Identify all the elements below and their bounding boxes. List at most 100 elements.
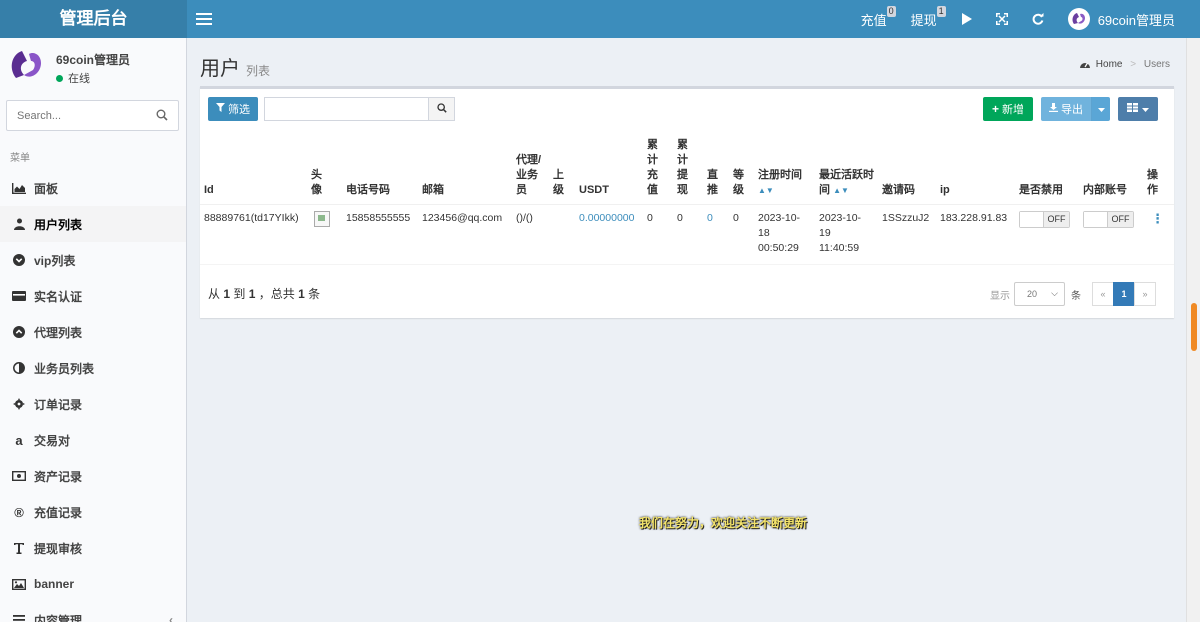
cell-reg-time: 2023-10-18 00:50:29 bbox=[754, 204, 815, 265]
page-title: 用户 列表 bbox=[200, 52, 270, 81]
search-icon[interactable] bbox=[156, 109, 168, 124]
chevron-up-circle-icon bbox=[12, 325, 26, 339]
quick-search-button[interactable] bbox=[428, 97, 455, 121]
user-panel: 69coin管理员 在线 bbox=[8, 48, 178, 88]
sidebar-item-recharges[interactable]: ® 充值记录 bbox=[0, 494, 186, 530]
user-online-status: 在线 bbox=[56, 70, 90, 86]
user-logo-icon bbox=[8, 48, 44, 84]
sort-icon[interactable]: ▲▼ bbox=[758, 186, 774, 195]
chevron-down-icon: ⌵ bbox=[1051, 288, 1058, 298]
sidebar-item-salesmen[interactable]: 业务员列表 bbox=[0, 350, 186, 386]
column-header-actions: 操作 bbox=[1143, 132, 1174, 205]
quick-search-input[interactable] bbox=[264, 97, 429, 121]
column-header-total-recharge: 累计充值 bbox=[643, 132, 673, 205]
users-table: Id 头像 电话号码 邮箱 代理/业务员 上级 USDT 累计充值 累计提现 直… bbox=[200, 132, 1174, 265]
cell-total-recharge: 0 bbox=[643, 204, 673, 265]
cell-direct-link[interactable]: 0 bbox=[703, 204, 729, 265]
cell-usdt-link[interactable]: 0.00000000 bbox=[575, 204, 643, 265]
scrollbar-thumb[interactable] bbox=[1191, 303, 1197, 351]
withdraw-label: 提现 bbox=[910, 12, 937, 28]
sidebar-item-agents[interactable]: 代理列表 bbox=[0, 314, 186, 350]
withdraw-badge: 1 bbox=[936, 6, 946, 17]
sidebar-item-realname[interactable]: 实名认证 bbox=[0, 278, 186, 314]
cell-disabled: OFF bbox=[1015, 204, 1079, 265]
column-header-usdt: USDT bbox=[575, 132, 643, 205]
sidebar-item-assets[interactable]: 资产记录 bbox=[0, 458, 186, 494]
text-height-icon bbox=[12, 541, 26, 555]
export-button-label: 导出 bbox=[1061, 104, 1083, 116]
menu-toggle-icon[interactable] bbox=[196, 10, 212, 28]
plus-icon: + bbox=[991, 102, 999, 116]
filter-button-label: 筛选 bbox=[228, 104, 250, 116]
column-header-direct: 直推 bbox=[703, 132, 729, 205]
caret-down-icon bbox=[1142, 103, 1149, 115]
sidebar-item-label: 资产记录 bbox=[34, 469, 83, 484]
internal-account-toggle[interactable]: OFF bbox=[1083, 211, 1134, 228]
cell-parent bbox=[549, 204, 575, 265]
sidebar-item-label: 充值记录 bbox=[34, 505, 83, 520]
sidebar-item-label: 面板 bbox=[34, 181, 59, 196]
column-header-reg-time[interactable]: 注册时间 ▲▼ bbox=[754, 132, 815, 205]
chevron-left-icon: ‹ bbox=[169, 613, 173, 622]
page-subtitle: 列表 bbox=[246, 64, 271, 78]
sidebar-item-label: 交易对 bbox=[34, 433, 71, 448]
registered-icon: ® bbox=[14, 504, 24, 520]
sidebar-item-users[interactable]: 用户列表 bbox=[0, 206, 186, 242]
cell-id: 88889761(td17YIkk) bbox=[200, 204, 307, 265]
breadcrumb-home[interactable]: Home bbox=[1096, 59, 1123, 70]
table-row: 88889761(td17YIkk) 15858555555 123456@qq… bbox=[200, 204, 1174, 265]
page-title-text: 用户 bbox=[200, 58, 240, 80]
column-header-active-time[interactable]: 最近活跃时间 ▲▼ bbox=[815, 132, 878, 205]
broken-image-icon bbox=[314, 211, 330, 227]
fullscreen-icon[interactable] bbox=[984, 0, 1020, 38]
sidebar-item-banner[interactable]: banner bbox=[0, 566, 186, 602]
user-menu[interactable]: 69coin管理员 bbox=[1056, 0, 1200, 38]
disabled-toggle[interactable]: OFF bbox=[1019, 211, 1070, 228]
sidebar-search-input[interactable] bbox=[7, 101, 147, 130]
sidebar-item-vip[interactable]: vip列表 bbox=[0, 242, 186, 278]
export-dropdown-button[interactable] bbox=[1091, 97, 1110, 121]
sidebar-item-label: 提现审核 bbox=[34, 541, 83, 556]
next-page-button[interactable]: » bbox=[1134, 282, 1156, 306]
cell-avatar bbox=[307, 204, 342, 265]
search-icon bbox=[436, 102, 447, 116]
filter-button[interactable]: 筛选 bbox=[208, 97, 258, 121]
sidebar-item-label: 业务员列表 bbox=[34, 361, 95, 376]
page-button-1[interactable]: 1 bbox=[1113, 282, 1135, 306]
gear-icon bbox=[12, 397, 26, 411]
sidebar-item-label: 内容管理 bbox=[34, 613, 83, 622]
brand-logo-text[interactable]: 管理后台 bbox=[0, 0, 187, 38]
page-size-label: 显示 bbox=[990, 290, 1010, 302]
new-button[interactable]: + 新增 bbox=[983, 97, 1033, 121]
sidebar-item-label: 用户列表 bbox=[34, 217, 83, 232]
row-actions-kebab-icon[interactable]: ⋮ bbox=[1147, 211, 1164, 226]
breadcrumb: Home > Users bbox=[1080, 59, 1170, 70]
withdraw-nav-link[interactable]: 提现 1 bbox=[899, 0, 949, 38]
sidebar-item-orders[interactable]: 订单记录 bbox=[0, 386, 186, 422]
sidebar-item-dashboard[interactable]: 面板 bbox=[0, 170, 186, 206]
recharge-label: 充值 bbox=[860, 12, 887, 28]
half-circle-icon bbox=[12, 361, 26, 375]
sidebar-user-name: 69coin管理员 bbox=[56, 53, 131, 67]
breadcrumb-separator: > bbox=[1130, 59, 1137, 70]
caret-down-icon bbox=[1097, 103, 1105, 115]
sort-icon[interactable]: ▲▼ bbox=[833, 186, 849, 195]
recharge-nav-link[interactable]: 充值 0 bbox=[849, 0, 899, 38]
sidebar-item-trading-pairs[interactable]: a 交易对 bbox=[0, 422, 186, 458]
column-header-invite-code: 邀请码 bbox=[878, 132, 936, 205]
prev-page-button[interactable]: « bbox=[1092, 282, 1114, 306]
column-header-id: Id bbox=[200, 132, 307, 205]
column-selector-button[interactable] bbox=[1118, 97, 1158, 121]
export-button[interactable]: 导出 bbox=[1041, 97, 1091, 121]
status-text: 在线 bbox=[68, 73, 90, 85]
page-scrollbar[interactable] bbox=[1186, 38, 1200, 622]
sidebar-item-withdraw-review[interactable]: 提现审核 bbox=[0, 530, 186, 566]
refresh-icon[interactable] bbox=[1020, 0, 1056, 38]
play-icon[interactable] bbox=[949, 0, 984, 38]
column-header-email: 邮箱 bbox=[418, 132, 512, 205]
sidebar-item-content[interactable]: 内容管理 ‹ bbox=[0, 602, 186, 622]
cell-invite-code: 1SSzzuJ2 bbox=[878, 204, 936, 265]
money-icon bbox=[12, 469, 26, 483]
page-size-select[interactable]: 20 ⌵ bbox=[1014, 282, 1065, 306]
sidebar-item-label: vip列表 bbox=[34, 253, 76, 268]
